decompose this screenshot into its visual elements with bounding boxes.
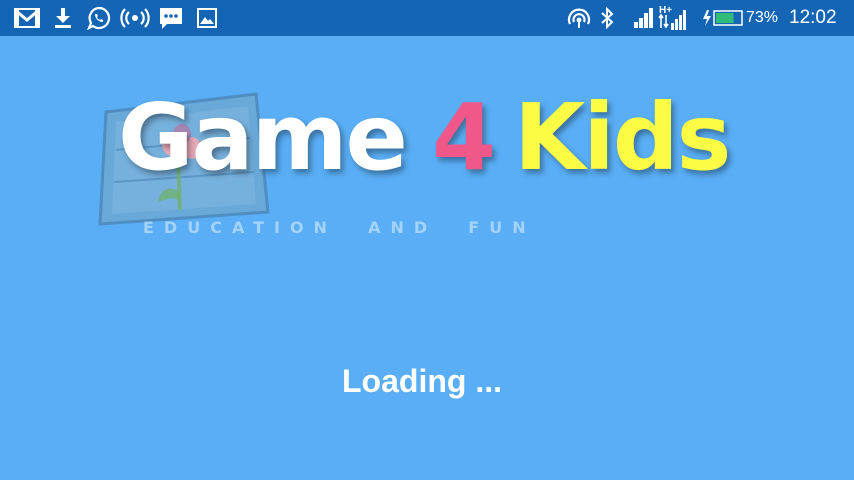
battery-percentage: 73% (746, 9, 779, 26)
nfc-icon (566, 6, 592, 30)
message-icon (158, 6, 184, 30)
battery-charging-icon (702, 6, 744, 30)
hotspot-icon (120, 6, 150, 30)
download-icon (52, 6, 74, 30)
hplus-data-icon: H+ (658, 3, 690, 33)
tagline: EDUCATION AND FUN (143, 218, 536, 237)
status-bar: H+ 73% 12:02 (0, 0, 854, 36)
logo-word-four: 4 (432, 84, 496, 191)
status-bar-clock: 12:02 (789, 7, 837, 28)
gmail-icon (13, 6, 41, 30)
loading-text: Loading ... (342, 363, 502, 399)
bluetooth-icon (598, 6, 616, 30)
image-icon (196, 6, 218, 30)
logo-word-game: Game (118, 84, 408, 191)
whatsapp-icon (86, 6, 112, 30)
signal-icon (632, 6, 656, 30)
logo-word-kids: Kids (514, 84, 731, 191)
